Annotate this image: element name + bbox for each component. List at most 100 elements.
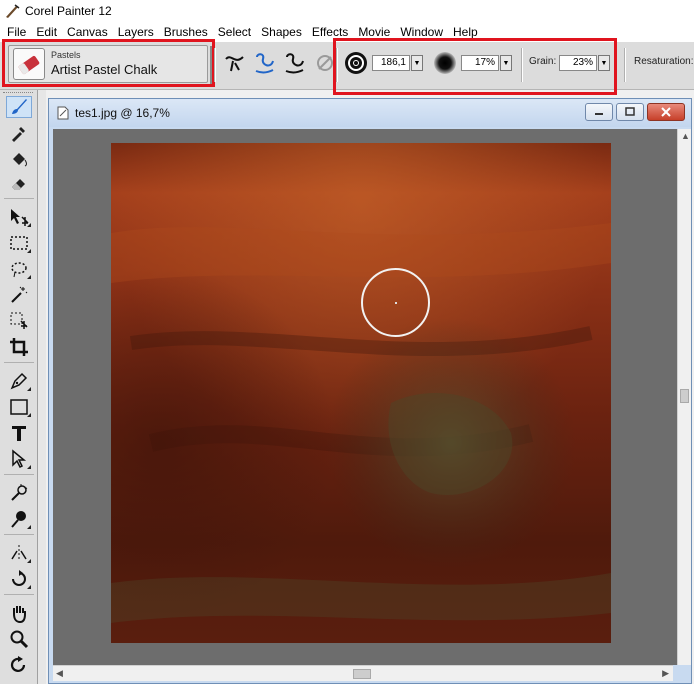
rotate-page-icon [12, 570, 26, 586]
rotate-icon [10, 656, 26, 672]
menu-canvas[interactable]: Canvas [62, 22, 113, 42]
pen-icon [10, 372, 28, 390]
toolbox-separator-5 [4, 594, 34, 595]
magnifier-tool[interactable] [6, 628, 32, 650]
toolbar-separator [214, 48, 216, 82]
vertical-scrollbar[interactable]: ▲ [677, 129, 691, 665]
painting-canvas[interactable] [111, 143, 611, 643]
brush-tool[interactable] [6, 96, 32, 118]
brush-selector[interactable]: Pastels Artist Pastel Chalk [8, 45, 213, 84]
restore-button[interactable] [616, 103, 644, 121]
curve-stroke-icon[interactable] [282, 50, 308, 76]
menu-edit[interactable]: Edit [31, 22, 62, 42]
brush-cursor-center [394, 301, 397, 304]
document-icon [57, 106, 69, 120]
shape-selection-tool[interactable] [6, 448, 32, 470]
minimize-button[interactable] [585, 103, 613, 121]
horizontal-scrollbar[interactable]: ◀ ▶ [53, 665, 673, 681]
paint-bucket-tool[interactable] [6, 148, 32, 170]
grain-dropdown[interactable]: ▼ [598, 55, 610, 71]
menu-brushes[interactable]: Brushes [159, 22, 213, 42]
painting-image [111, 143, 611, 643]
close-button[interactable] [647, 103, 685, 121]
mirror-tool[interactable] [6, 542, 32, 564]
text-icon [12, 426, 26, 441]
opacity-icon [434, 52, 456, 74]
selection-adjuster-icon [10, 312, 28, 329]
grabber-tool[interactable] [6, 602, 32, 624]
cloner-tool[interactable] [6, 482, 32, 504]
pastel-brush-icon [13, 48, 45, 80]
document-window: tes1.jpg @ 16,7% ▲ ◀ ▶ [48, 98, 692, 684]
toolbar-separator-3 [521, 48, 523, 82]
menu-help[interactable]: Help [448, 22, 483, 42]
rotate-tool[interactable] [6, 654, 32, 676]
brush-category-label: Pastels [51, 50, 81, 60]
menu-file[interactable]: File [2, 22, 31, 42]
resaturation-label: Resaturation: [634, 56, 694, 67]
dodge-tool[interactable] [6, 508, 32, 530]
rectangular-selection-icon [10, 236, 28, 250]
hand-icon [13, 606, 26, 623]
canvas-area[interactable] [53, 129, 687, 665]
eraser-tool[interactable] [6, 172, 32, 194]
menu-select[interactable]: Select [213, 22, 256, 42]
brush-selector-divider [210, 46, 213, 84]
crop-icon [10, 338, 28, 356]
vertical-scroll-thumb[interactable] [680, 389, 689, 403]
layer-adjuster-icon [11, 209, 29, 226]
minimize-icon [595, 113, 603, 115]
toolbox-grip[interactable] [3, 92, 33, 95]
lasso-tool[interactable] [6, 258, 32, 280]
text-tool[interactable] [6, 422, 32, 444]
scroll-left-arrow[interactable]: ◀ [56, 668, 63, 679]
brush-icon [12, 99, 27, 114]
menu-shapes[interactable]: Shapes [256, 22, 307, 42]
eraser-icon [12, 179, 25, 190]
brush-size-cursor [361, 268, 430, 337]
restore-icon [625, 107, 635, 116]
freehand-stroke-icon[interactable] [222, 50, 248, 76]
toolbar-separator-2 [336, 48, 338, 82]
pen-tool[interactable] [6, 370, 32, 392]
cloner-icon [11, 484, 28, 501]
toolbox [0, 90, 38, 684]
clone-source-icon[interactable] [312, 50, 338, 76]
toolbox-edge [38, 90, 46, 684]
dropper-icon [12, 127, 25, 142]
selection-adjuster-tool[interactable] [6, 310, 32, 332]
opacity-field[interactable]: 17% [461, 55, 499, 71]
brush-size-field[interactable]: 186,1 [372, 55, 410, 71]
dropper-tool[interactable] [6, 122, 32, 144]
opacity-dropdown[interactable]: ▼ [500, 55, 512, 71]
brush-variant-label: Artist Pastel Chalk [51, 62, 158, 77]
property-bar: Pastels Artist Pastel Chalk 186,1 ▼ 17% … [0, 38, 694, 95]
menu-movie[interactable]: Movie [353, 22, 395, 42]
horizontal-scroll-thumb[interactable] [353, 669, 371, 679]
magic-wand-tool[interactable] [6, 284, 32, 306]
app-title: Corel Painter 12 [25, 4, 112, 18]
menu-effects[interactable]: Effects [307, 22, 353, 42]
scroll-up-arrow[interactable]: ▲ [681, 131, 690, 141]
dodge-icon [11, 511, 26, 528]
brush-size-icon [345, 52, 367, 74]
painter-app-icon [6, 4, 20, 18]
rectangle-shape-tool[interactable] [6, 396, 32, 418]
straight-line-stroke-icon[interactable] [252, 50, 278, 76]
crop-tool[interactable] [6, 336, 32, 358]
menu-window[interactable]: Window [395, 22, 448, 42]
rectangular-selection-tool[interactable] [6, 232, 32, 254]
grain-field[interactable]: 23% [559, 55, 597, 71]
toolbox-separator-2 [4, 362, 34, 363]
toolbox-separator [4, 198, 34, 199]
scroll-right-arrow[interactable]: ▶ [662, 668, 669, 679]
menu-bar: File Edit Canvas Layers Brushes Select S… [0, 22, 694, 42]
toolbar-separator-4 [624, 48, 626, 82]
brush-size-dropdown[interactable]: ▼ [411, 55, 423, 71]
rectangle-shape-icon [10, 399, 28, 415]
menu-layers[interactable]: Layers [113, 22, 159, 42]
rotate-page-tool[interactable] [6, 568, 32, 590]
app-title-bar: Corel Painter 12 [0, 0, 694, 22]
paint-bucket-icon [13, 153, 27, 167]
layer-adjuster-tool[interactable] [6, 206, 32, 228]
